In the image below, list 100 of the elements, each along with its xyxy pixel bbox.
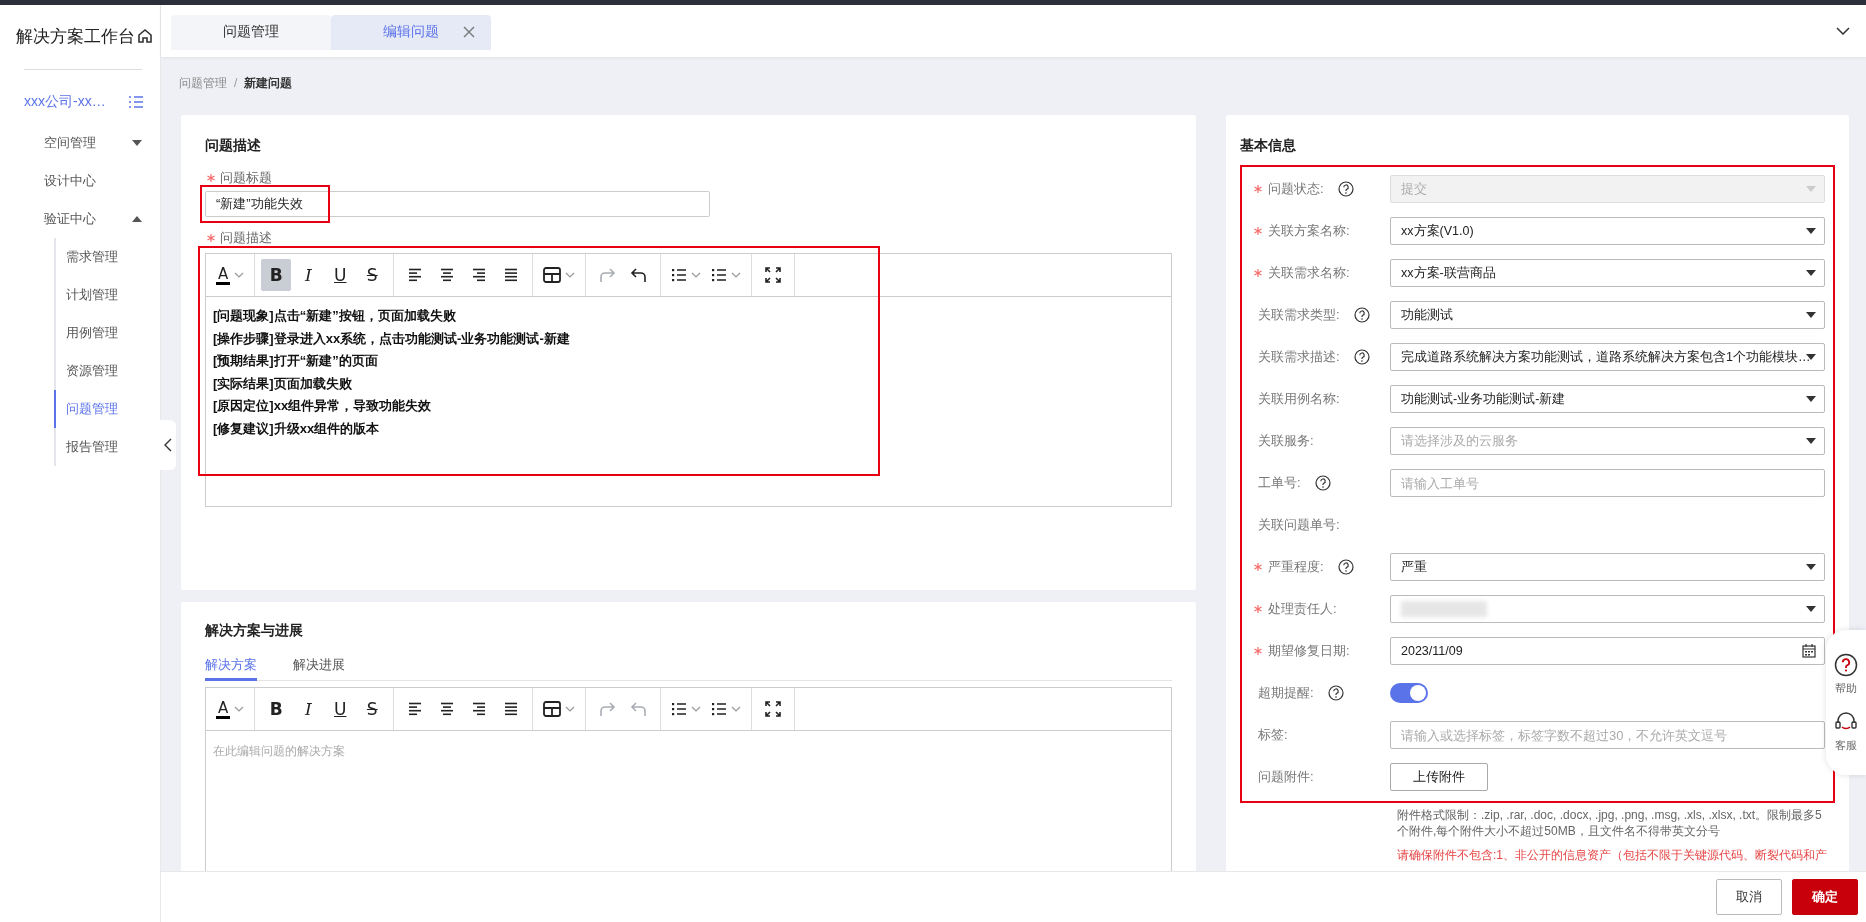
help-icon[interactable] bbox=[1327, 685, 1344, 701]
table-icon bbox=[543, 267, 562, 283]
dropdown-arrow-icon bbox=[1806, 564, 1816, 570]
field-label: 关联服务: bbox=[1258, 432, 1314, 450]
cancel-button[interactable]: 取消 bbox=[1716, 879, 1782, 915]
bold-button[interactable]: B bbox=[261, 259, 292, 291]
field-label: 期望修复日期: bbox=[1268, 642, 1350, 660]
dropdown-arrow-icon bbox=[1806, 438, 1816, 444]
caret-icon bbox=[132, 216, 142, 222]
help-icon[interactable] bbox=[1337, 559, 1354, 575]
chevron-down-icon[interactable] bbox=[1836, 27, 1850, 35]
select-field[interactable]: 功能测试-业务功能测试-新建 bbox=[1390, 385, 1825, 413]
help-icon bbox=[1834, 652, 1858, 677]
sidebar-subitem[interactable]: 计划管理 bbox=[54, 276, 160, 314]
italic-button[interactable]: I bbox=[293, 693, 324, 725]
close-icon[interactable] bbox=[463, 26, 475, 38]
select-field[interactable]: 功能测试 bbox=[1390, 301, 1825, 329]
help-icon[interactable] bbox=[1353, 307, 1370, 323]
dropdown-arrow-icon bbox=[1806, 312, 1816, 318]
align-left-icon bbox=[407, 268, 424, 282]
section-tab[interactable]: 解决方案 bbox=[205, 652, 257, 681]
text-field[interactable]: 请输入工单号 bbox=[1390, 469, 1825, 497]
editor-text-line: [操作步骤]登录进入xx系统，点击功能测试-业务功能测试-新建 bbox=[213, 329, 571, 348]
editor-text-line: [问题现象]点击“新建”按钮，页面加载失败 bbox=[213, 307, 457, 325]
upload-button[interactable]: 上传附件 bbox=[1390, 763, 1488, 791]
list-icon[interactable] bbox=[128, 95, 144, 109]
collapse-button[interactable] bbox=[160, 420, 176, 470]
select-field[interactable] bbox=[1390, 595, 1825, 623]
sidebar-subitem[interactable]: 资源管理 bbox=[54, 352, 160, 390]
sidebar-item[interactable]: 空间管理 bbox=[0, 124, 160, 162]
breadcrumb-item: 新建问题 bbox=[244, 74, 293, 92]
bold-button[interactable]: B bbox=[261, 693, 292, 725]
undo-icon bbox=[630, 267, 649, 283]
sidebar-item[interactable]: 验证中心 bbox=[0, 200, 160, 238]
underline-button[interactable]: U bbox=[325, 259, 356, 291]
bullet-list-icon bbox=[671, 702, 688, 716]
toggle-switch[interactable] bbox=[1390, 683, 1428, 703]
italic-button[interactable]: I bbox=[293, 259, 324, 291]
number-list-icon bbox=[711, 268, 728, 282]
redo-icon bbox=[598, 267, 617, 283]
select-field[interactable]: 完成道路系统解决方案功能测试，道路系统解决方案包含1个功能模块… bbox=[1390, 343, 1825, 371]
page-tab[interactable]: 问题管理 bbox=[171, 14, 331, 50]
field-label: 关联方案名称: bbox=[1268, 222, 1350, 240]
customer-service-button[interactable]: 客服 bbox=[1834, 709, 1858, 753]
chevron-left-icon bbox=[164, 438, 172, 452]
page-tab[interactable]: 编辑问题 bbox=[331, 14, 491, 50]
help-button[interactable]: 帮助 bbox=[1834, 652, 1858, 696]
confirm-button[interactable]: 确定 bbox=[1792, 879, 1858, 915]
number-list-icon bbox=[711, 702, 728, 716]
align-right-icon bbox=[471, 702, 488, 716]
help-icon[interactable] bbox=[1314, 475, 1331, 491]
justify-icon bbox=[503, 702, 520, 716]
field-label: 问题标题 bbox=[220, 169, 272, 187]
title-input[interactable]: “新建”功能失效 bbox=[205, 191, 710, 217]
undo-icon bbox=[630, 701, 649, 717]
underline-button[interactable]: U bbox=[325, 693, 356, 725]
select-field[interactable]: xx方案-联营商品 bbox=[1390, 259, 1825, 287]
align-right-icon bbox=[471, 268, 488, 282]
field-label: 严重程度: bbox=[1268, 558, 1324, 576]
app-title: 解决方案工作台 bbox=[16, 25, 135, 48]
section-title: 问题描述 bbox=[205, 137, 262, 155]
sidebar-subitem[interactable]: 报告管理 bbox=[54, 428, 160, 466]
align-center-icon bbox=[439, 702, 456, 716]
section-tab[interactable]: 解决进展 bbox=[293, 652, 345, 681]
date-field[interactable]: 2023/11/09 bbox=[1390, 637, 1825, 665]
calendar-icon[interactable] bbox=[1802, 644, 1816, 658]
text-field[interactable]: 请输入或选择标签，标签字数不超过30，不允许英文逗号 bbox=[1390, 721, 1825, 749]
strike-button[interactable]: S bbox=[357, 259, 388, 291]
field-label: 关联需求名称: bbox=[1268, 264, 1350, 282]
field-label: 问题状态: bbox=[1268, 180, 1324, 198]
editor-text-line: [预期结果]打开“新建”的页面 bbox=[213, 352, 379, 370]
section-title: 解决方案与进展 bbox=[205, 622, 304, 640]
dropdown-arrow-icon bbox=[1806, 606, 1816, 612]
attachment-warning: 请确保附件不包含:1、非公开的信息资产（包括不限于关键源代码、断裂代码和产 bbox=[1397, 847, 1828, 864]
bullet-list-icon bbox=[671, 268, 688, 282]
help-icon[interactable] bbox=[1353, 349, 1370, 365]
dropdown-arrow-icon bbox=[1806, 396, 1816, 402]
align-center-icon bbox=[439, 268, 456, 282]
sidebar-subitem[interactable]: 需求管理 bbox=[54, 238, 160, 276]
field-label: 问题附件: bbox=[1258, 768, 1314, 786]
select-field[interactable]: 严重 bbox=[1390, 553, 1825, 581]
table-icon bbox=[543, 701, 562, 717]
dropdown-arrow-icon bbox=[1806, 228, 1816, 234]
dropdown-arrow-icon bbox=[1806, 354, 1816, 360]
sidebar-item[interactable]: 设计中心 bbox=[0, 162, 160, 200]
field-label: 工单号: bbox=[1258, 474, 1301, 492]
editor-text-line: [原因定位]xx组件异常，导致功能失效 bbox=[213, 397, 433, 415]
strike-button[interactable]: S bbox=[357, 693, 388, 725]
select-field[interactable]: xx方案(V1.0) bbox=[1390, 217, 1825, 245]
home-icon[interactable] bbox=[137, 28, 153, 44]
project-name[interactable]: xxx公司-xx… bbox=[24, 93, 106, 111]
field-label: 问题描述 bbox=[220, 229, 272, 247]
font-color-button[interactable]: A bbox=[212, 259, 249, 291]
field-label: 处理责任人: bbox=[1268, 600, 1337, 618]
attachment-hint: 附件格式限制：.zip, .rar, .doc, .docx, .jpg, .png, .msg, .xls, .xlsx, .txt。限制最多5个附件,每个附件大小不超过50MB，且文件名不得带英文分号 bbox=[1397, 807, 1823, 839]
sidebar-subitem[interactable]: 用例管理 bbox=[54, 314, 160, 352]
field-label: 标签: bbox=[1258, 726, 1288, 744]
font-color-button[interactable]: A bbox=[212, 693, 249, 725]
justify-icon bbox=[503, 268, 520, 282]
redo-icon bbox=[598, 701, 617, 717]
